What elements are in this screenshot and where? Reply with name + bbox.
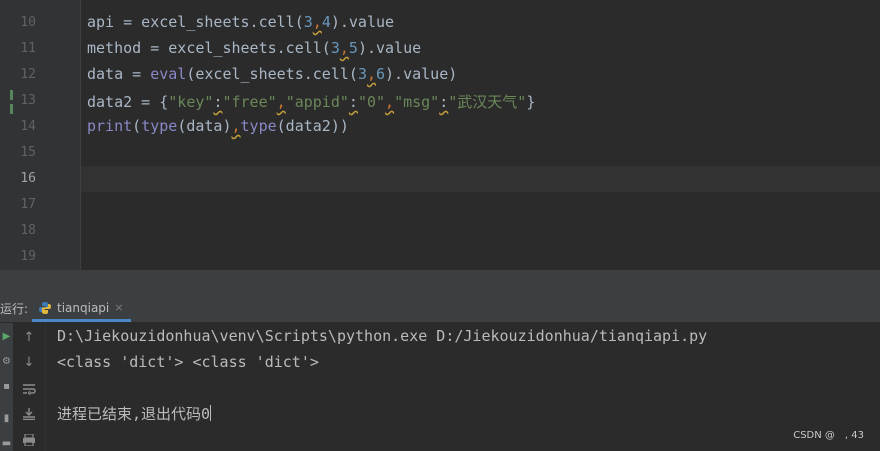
code-token: (data2)) bbox=[276, 117, 349, 135]
code-editor[interactable]: 10 11 12 13 14 15 16 17 18 19 api = exce… bbox=[0, 0, 880, 270]
change-marker bbox=[10, 90, 13, 100]
line-number: 15 bbox=[20, 145, 36, 160]
soft-wrap-icon[interactable] bbox=[21, 381, 37, 397]
print-icon[interactable] bbox=[21, 432, 37, 448]
layout-icon[interactable]: ▮ bbox=[1, 413, 12, 424]
watermark: CSDN @ , 43 bbox=[793, 430, 864, 441]
builtin-function: print bbox=[87, 117, 133, 135]
number-literal: 5 bbox=[348, 39, 358, 57]
trash-icon[interactable]: ▬ bbox=[1, 438, 12, 449]
code-token: ( bbox=[132, 117, 142, 135]
number-literal: 3 bbox=[303, 13, 313, 31]
code-line-10[interactable]: api = excel_sheets.cell(3,4).value bbox=[87, 13, 394, 31]
rerun-icon[interactable]: ▶ bbox=[1, 331, 12, 342]
code-line-14[interactable]: print(type(data),type(data2)) bbox=[87, 117, 349, 135]
gutter-divider bbox=[80, 0, 81, 270]
settings-icon[interactable]: ⚙ bbox=[1, 356, 12, 367]
string-literal: "0" bbox=[357, 93, 386, 111]
console-line: <class 'dict'> <class 'dict'> bbox=[57, 353, 319, 371]
run-panel-label: 运行: bbox=[0, 302, 29, 316]
run-tab-bar: 运行: tianqiapi × bbox=[0, 296, 880, 323]
builtin-function: type bbox=[240, 117, 277, 135]
line-number-current: 16 bbox=[20, 171, 36, 186]
python-icon bbox=[39, 301, 51, 314]
editor-left-strip bbox=[0, 0, 14, 270]
change-marker bbox=[10, 104, 13, 114]
tab-tianqiapi[interactable]: tianqiapi × bbox=[32, 296, 132, 322]
down-arrow-icon[interactable]: ↓ bbox=[21, 354, 37, 370]
tab-label: tianqiapi bbox=[57, 300, 110, 315]
code-token: ).value) bbox=[385, 65, 458, 83]
console-toolbar: ↑ ↓ bbox=[13, 323, 46, 451]
text-cursor bbox=[210, 405, 212, 421]
code-token: data = bbox=[87, 65, 151, 83]
line-number: 10 bbox=[20, 15, 36, 30]
code-line-11[interactable]: method = excel_sheets.cell(3,5).value bbox=[87, 39, 421, 57]
exit-message: 进程已结束,退出代码0 bbox=[57, 405, 211, 423]
code-token: ).value bbox=[357, 39, 422, 57]
comma-warning: , bbox=[339, 39, 349, 57]
code-token: api = excel_sheets.cell( bbox=[87, 13, 304, 31]
number-literal: 4 bbox=[321, 13, 331, 31]
comma-warning: , bbox=[276, 93, 286, 111]
code-line-13[interactable]: data2 = {"key":"free","appid":"0","msg":… bbox=[87, 91, 535, 112]
string-literal: "武汉天气" bbox=[448, 93, 527, 111]
code-token: method = excel_sheets.cell( bbox=[87, 39, 331, 57]
number-literal: 3 bbox=[357, 65, 367, 83]
code-token: } bbox=[526, 93, 536, 111]
scroll-to-end-icon[interactable] bbox=[21, 406, 37, 422]
code-token: (excel_sheets.cell( bbox=[186, 65, 358, 83]
builtin-function: eval bbox=[150, 65, 187, 83]
console-line-exit: 进程已结束,退出代码0 bbox=[57, 403, 212, 424]
outer-toolbar: ▶ ⚙ ▪ ▮ ▬ bbox=[0, 323, 13, 451]
line-number: 11 bbox=[20, 41, 36, 56]
number-literal: 6 bbox=[376, 65, 386, 83]
code-line-12[interactable]: data = eval(excel_sheets.cell(3,6).value… bbox=[87, 65, 457, 83]
run-console[interactable]: ▶ ⚙ ▪ ▮ ▬ ↑ ↓ D:\Jiekouzidonhua\venv\Scr… bbox=[0, 323, 880, 451]
comma-warning: , bbox=[366, 65, 376, 83]
line-number: 18 bbox=[20, 223, 36, 238]
line-number: 19 bbox=[20, 249, 36, 264]
comma-warning: , bbox=[312, 13, 322, 31]
line-number: 12 bbox=[20, 67, 36, 82]
string-literal: "free" bbox=[222, 93, 277, 111]
up-arrow-icon[interactable]: ↑ bbox=[21, 329, 37, 345]
line-number: 17 bbox=[20, 197, 36, 212]
code-token: (data) bbox=[177, 117, 232, 135]
string-literal: "msg" bbox=[394, 93, 440, 111]
string-literal: "key" bbox=[168, 93, 214, 111]
panel-separator[interactable] bbox=[0, 270, 880, 296]
close-icon[interactable]: × bbox=[114, 301, 123, 314]
comma-warning: , bbox=[385, 93, 395, 111]
code-token: data2 = { bbox=[87, 93, 169, 111]
colon-warning: : bbox=[348, 93, 358, 111]
line-number: 14 bbox=[20, 119, 36, 134]
string-literal: "appid" bbox=[285, 93, 349, 111]
colon-warning: : bbox=[439, 93, 449, 111]
builtin-function: type bbox=[141, 117, 178, 135]
code-token: ).value bbox=[330, 13, 395, 31]
pin-icon[interactable]: ▪ bbox=[1, 381, 12, 392]
number-literal: 3 bbox=[330, 39, 340, 57]
comma-warning: , bbox=[231, 117, 241, 135]
current-line-highlight bbox=[81, 166, 880, 192]
line-number: 13 bbox=[20, 93, 36, 108]
console-line: D:\Jiekouzidonhua\venv\Scripts\python.ex… bbox=[57, 327, 708, 345]
